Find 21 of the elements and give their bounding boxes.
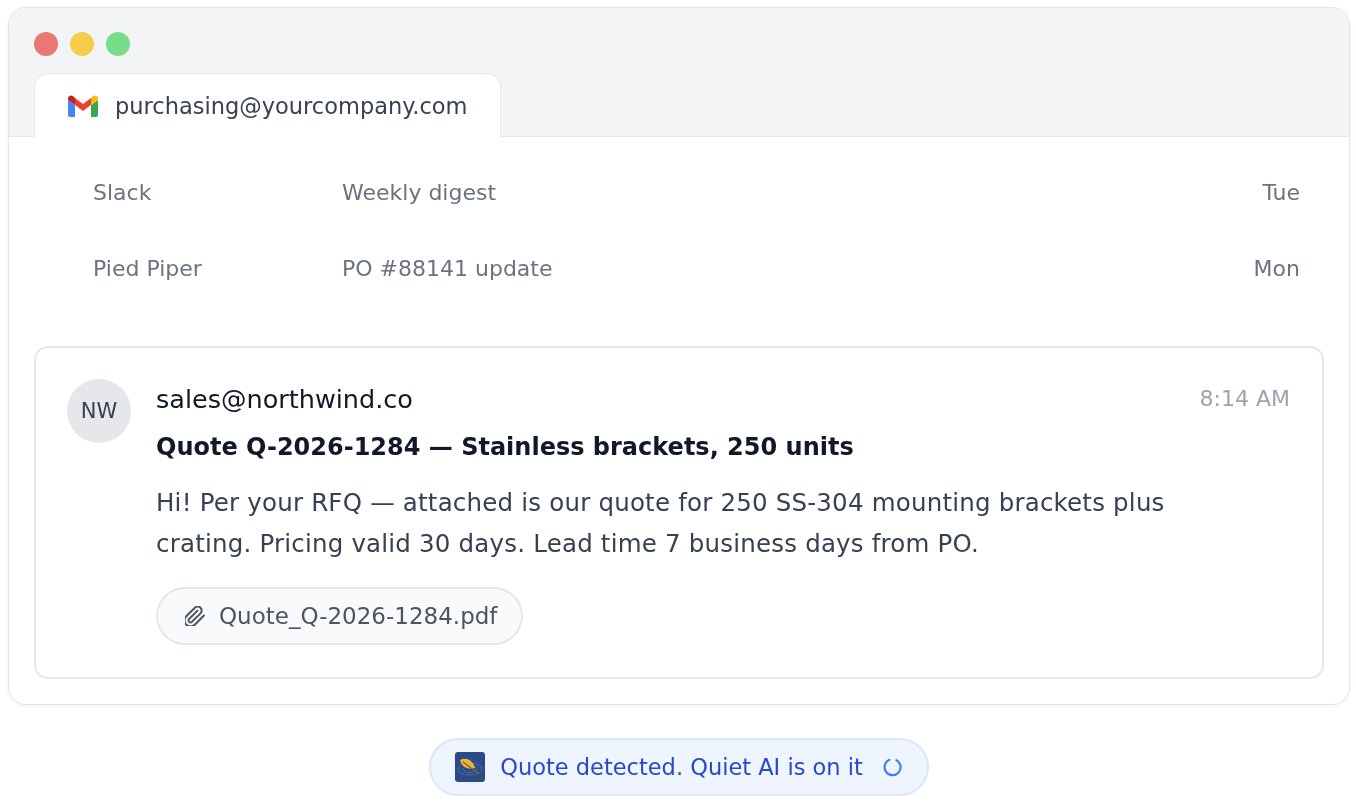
paperclip-icon	[185, 606, 205, 626]
email-time: 8:14 AM	[1199, 385, 1290, 413]
minimize-button[interactable]	[70, 32, 94, 56]
sender-name: Pied Piper	[93, 255, 203, 281]
email-subject: Quote Q-2026-1284 — Stainless brackets, 250 units	[156, 432, 855, 462]
avatar: NW	[67, 379, 131, 443]
account-tab[interactable]: purchasing@yourcompany.com	[34, 73, 501, 138]
close-button[interactable]	[34, 32, 58, 56]
m-logo-icon	[68, 95, 98, 117]
spinner-icon	[882, 757, 903, 777]
sender-address: sales@northwind.co	[156, 384, 413, 414]
status-text: Quote detected. Quiet AI is on it	[500, 754, 863, 780]
attachment-chip[interactable]: Quote_Q-2026-1284.pdf	[156, 587, 524, 645]
zoom-button[interactable]	[106, 32, 130, 56]
email-subject: PO #88141 update	[342, 255, 554, 281]
sender-name: Slack	[93, 179, 153, 205]
email-date: Mon	[1253, 255, 1300, 281]
leaf-icon	[455, 752, 486, 782]
email-body: Hi! Per your RFQ — attached is our quote for 250 SS-304 mounting brackets plus crating. Pricing valid 30 days. Lead time 7 business days from PO.	[156, 487, 1166, 560]
email-subject: Weekly digest	[342, 179, 498, 205]
email-date: Tue	[1262, 179, 1300, 205]
